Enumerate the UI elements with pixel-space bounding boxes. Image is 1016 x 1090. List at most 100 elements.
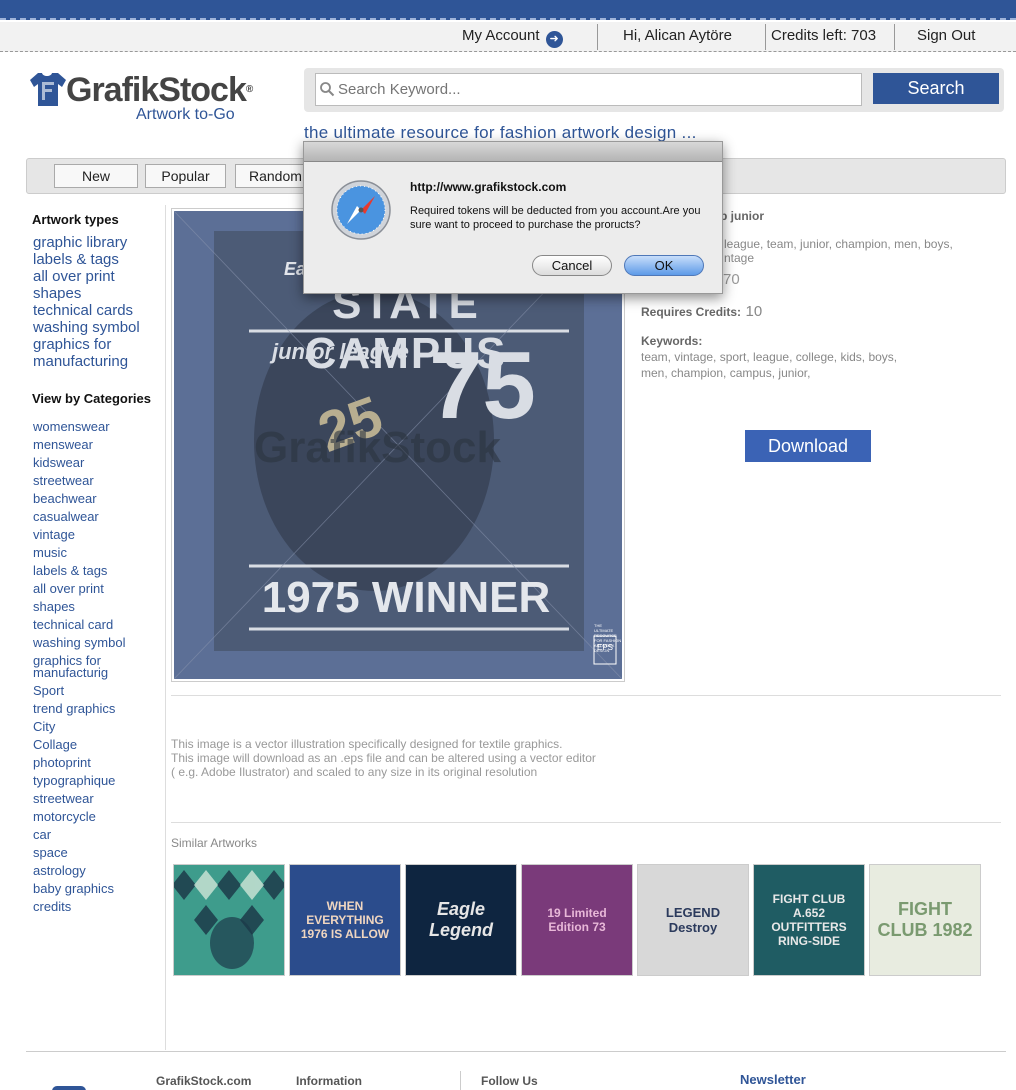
thumb-image: FIGHT CLUB A.652 OUTFITTERS RING-SIDE: [754, 865, 864, 975]
account-bar: My Account ➜ Hi, Alican Aytöre Credits le…: [0, 22, 1016, 52]
footer-divider: [26, 1051, 1006, 1052]
category-link[interactable]: trend graphics: [33, 700, 126, 718]
thumb-image: [174, 865, 284, 975]
logo-tagline: Artwork to-Go: [136, 106, 235, 123]
similar-artworks-heading: Similar Artworks: [171, 836, 258, 850]
requires-credits-value: 10: [745, 303, 763, 320]
footer-col-information[interactable]: Information: [296, 1074, 362, 1088]
keywords-line: team, vintage, sport, league, college, k…: [641, 350, 898, 364]
category-link[interactable]: vintage: [33, 526, 126, 544]
cancel-button[interactable]: Cancel: [532, 255, 612, 276]
category-link[interactable]: Collage: [33, 736, 126, 754]
my-account-label: My Account: [462, 27, 540, 44]
confirm-dialog: http://www.grafikstock.com Required toke…: [303, 141, 723, 294]
artwork-type-link[interactable]: labels & tags: [33, 251, 140, 268]
thumb-image: FIGHT CLUB 1982: [870, 865, 980, 975]
description-line: This image will download as an .eps file…: [171, 751, 596, 765]
divider: [460, 1071, 461, 1090]
artwork-code: 70: [723, 271, 740, 288]
artwork-winner: 1975 WINNER: [261, 573, 551, 622]
download-button[interactable]: Download: [745, 430, 871, 462]
search-button[interactable]: Search: [873, 73, 999, 104]
footer-col-newsletter[interactable]: Newsletter: [740, 1072, 806, 1087]
artwork-type-link[interactable]: technical cards: [33, 302, 140, 319]
logo-main: GrafikStock: [66, 71, 247, 109]
category-link[interactable]: shapes: [33, 598, 126, 616]
category-link[interactable]: City: [33, 718, 126, 736]
logo-wordmark[interactable]: GrafikStock®: [66, 70, 253, 110]
search-input[interactable]: [315, 73, 862, 106]
nav-popular-button[interactable]: Popular: [145, 164, 226, 188]
category-link[interactable]: astrology: [33, 862, 126, 880]
dialog-title: http://www.grafikstock.com: [410, 180, 567, 194]
category-link[interactable]: baby graphics: [33, 880, 126, 898]
artwork-title: p junior: [720, 209, 764, 223]
category-link[interactable]: car: [33, 826, 126, 844]
category-link[interactable]: typographique: [33, 772, 126, 790]
similar-artwork-thumb[interactable]: LEGEND Destroy: [637, 864, 749, 976]
category-link[interactable]: beachwear: [33, 490, 126, 508]
category-link[interactable]: streetwear: [33, 472, 126, 490]
category-link[interactable]: washing symbol: [33, 634, 126, 652]
requires-credits: Requires Credits: 10: [641, 303, 762, 321]
category-link[interactable]: technical card: [33, 616, 126, 634]
artwork-type-link[interactable]: all over print: [33, 268, 140, 285]
nav-new-button[interactable]: New: [54, 164, 138, 188]
user-greeting: Hi, Alican Aytöre: [623, 27, 732, 44]
category-link[interactable]: Sport: [33, 682, 126, 700]
category-link[interactable]: graphics for manufacturig: [33, 652, 123, 682]
category-link[interactable]: streetwear: [33, 790, 126, 808]
dialog-titlebar[interactable]: [304, 142, 722, 162]
divider: [171, 695, 1001, 696]
category-link[interactable]: credits: [33, 898, 126, 916]
category-link[interactable]: womenswear: [33, 418, 126, 436]
categories-heading: View by Categories: [32, 391, 151, 406]
dialog-message: Required tokens will be deducted from yo…: [410, 205, 701, 231]
category-link[interactable]: casualwear: [33, 508, 126, 526]
category-link[interactable]: music: [33, 544, 126, 562]
thumb-image: Eagle Legend: [406, 865, 516, 975]
keywords-label: Keywords:: [641, 334, 703, 348]
tshirt-logo-icon[interactable]: [28, 70, 66, 108]
similar-artwork-thumb[interactable]: [173, 864, 285, 976]
search-icon: [319, 81, 335, 97]
my-account-link[interactable]: My Account ➜: [462, 22, 563, 52]
artwork-type-link[interactable]: manufacturing: [33, 353, 140, 370]
similar-artwork-thumb[interactable]: Eagle Legend: [405, 864, 517, 976]
verified-badge-icon: [52, 1080, 92, 1090]
category-link[interactable]: menswear: [33, 436, 126, 454]
arrow-right-icon: ➜: [545, 31, 563, 48]
thumb-image: LEGEND Destroy: [638, 865, 748, 975]
similar-artwork-thumb[interactable]: FIGHT CLUB A.652 OUTFITTERS RING-SIDE: [753, 864, 865, 976]
similar-artwork-thumb[interactable]: 19 Limited Edition 73: [521, 864, 633, 976]
artwork-type-link[interactable]: shapes: [33, 285, 140, 302]
categories-list: womenswear menswear kidswear streetwear …: [33, 418, 126, 916]
similar-artwork-thumb[interactable]: FIGHT CLUB 1982: [869, 864, 981, 976]
safari-compass-icon: [330, 179, 392, 241]
sign-out-link[interactable]: Sign Out: [917, 22, 975, 52]
ok-button[interactable]: OK: [624, 255, 704, 276]
footer-col-follow[interactable]: Follow Us: [481, 1074, 538, 1088]
category-link[interactable]: photoprint: [33, 754, 126, 772]
category-link[interactable]: kidswear: [33, 454, 126, 472]
category-link[interactable]: labels & tags: [33, 562, 126, 580]
category-link[interactable]: motorcycle: [33, 808, 126, 826]
similar-artwork-thumb[interactable]: WHEN EVERYTHING 1976 IS ALLOW: [289, 864, 401, 976]
divider: [171, 822, 1001, 823]
divider: [894, 24, 895, 50]
thumb-image: 19 Limited Edition 73: [522, 865, 632, 975]
eps-badge: EPS: [597, 643, 614, 652]
description-line: ( e.g. Adobe Ilustrator) and scaled to a…: [171, 765, 538, 779]
credits-left: Credits left: 703: [771, 27, 877, 44]
artwork-type-link[interactable]: graphics for: [33, 336, 140, 353]
footer-col-site[interactable]: GrafikStock.com: [156, 1074, 251, 1088]
artwork-type-link[interactable]: graphic library: [33, 234, 140, 251]
category-link[interactable]: all over print: [33, 580, 126, 598]
category-link[interactable]: space: [33, 844, 126, 862]
keywords-line: men, champion, campus, junior,: [641, 366, 811, 380]
top-stripe: [0, 0, 1016, 20]
requires-credits-label: Requires Credits:: [641, 305, 742, 319]
artwork-type-link[interactable]: washing symbol: [33, 319, 140, 336]
site-tagline: the ultimate resource for fashion artwor…: [304, 123, 697, 142]
thumb-image: WHEN EVERYTHING 1976 IS ALLOW: [290, 865, 400, 975]
